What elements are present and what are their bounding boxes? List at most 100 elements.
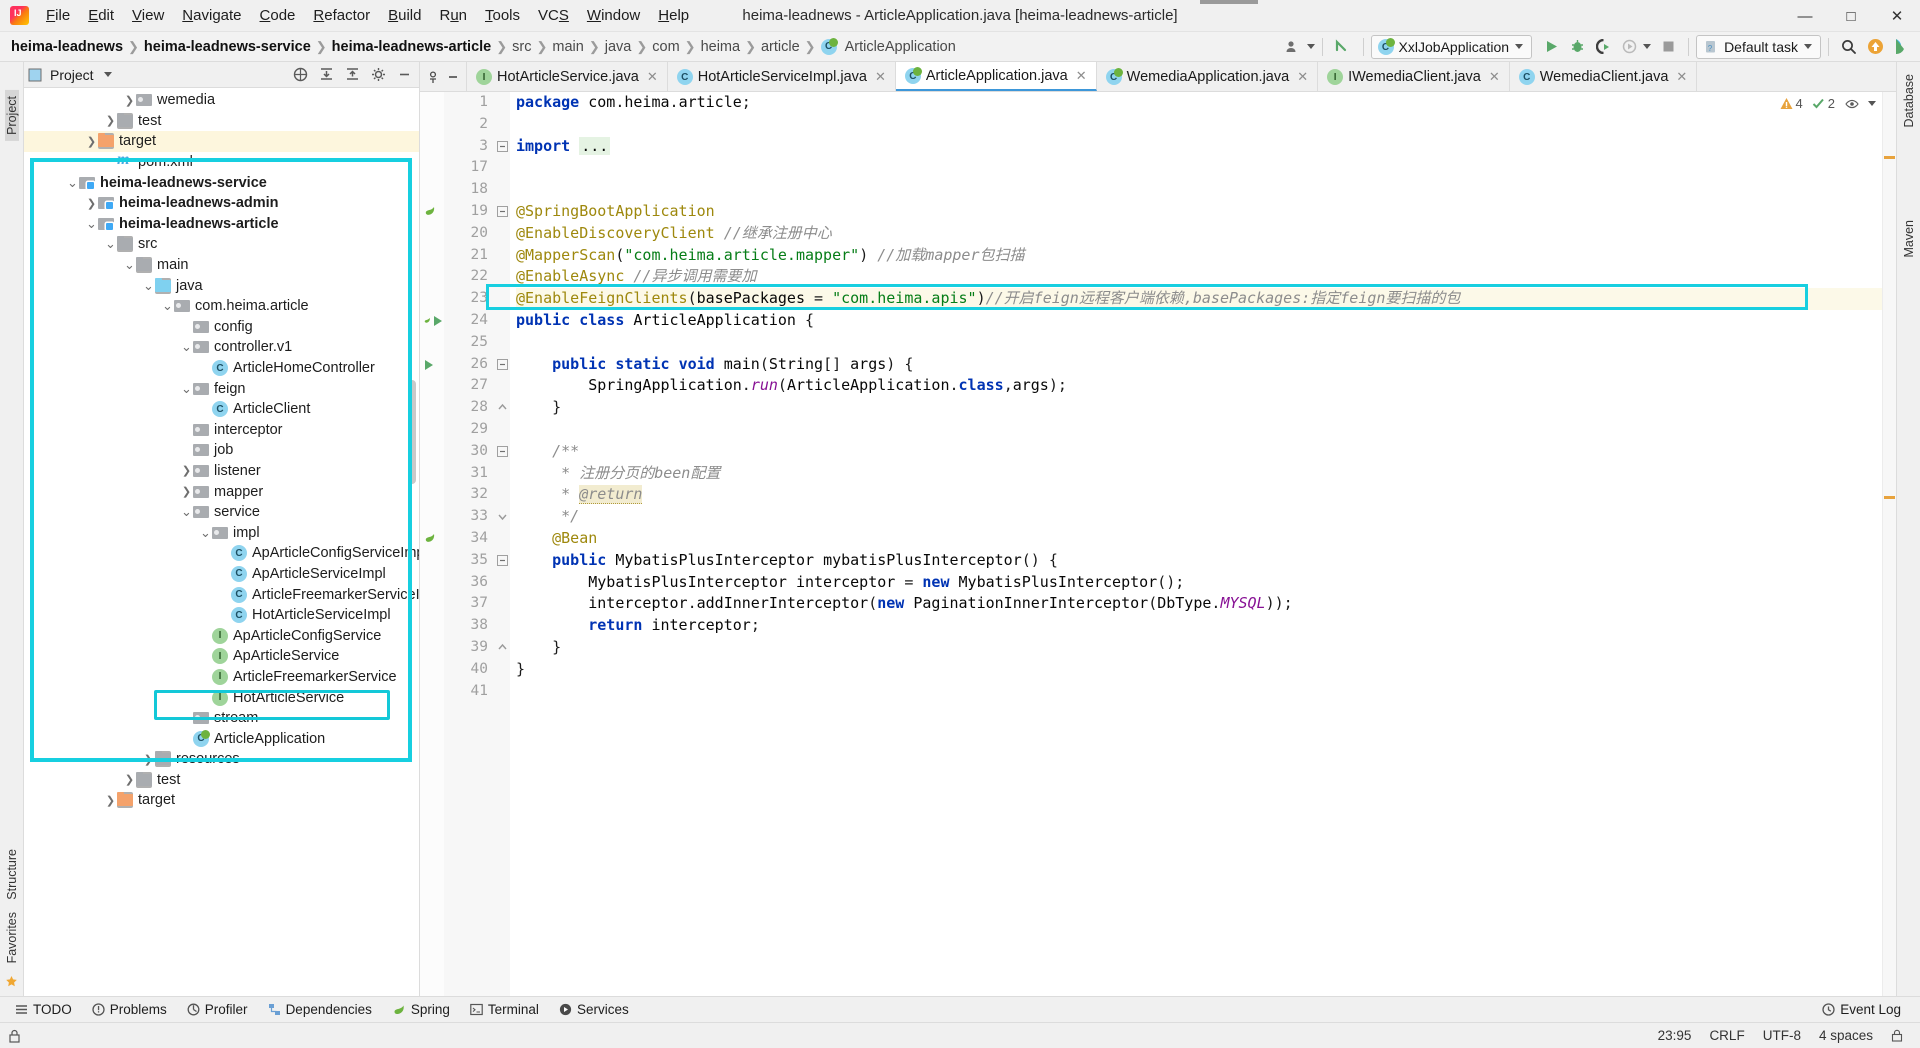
file-encoding[interactable]: UTF-8 <box>1754 1028 1810 1043</box>
tree-node-config[interactable]: config <box>24 317 419 338</box>
close-icon[interactable]: ✕ <box>1076 68 1087 84</box>
tree-node-aparticleserviceimpl[interactable]: ApArticleServiceImpl <box>24 564 419 585</box>
breadcrumb-article[interactable]: article <box>758 39 803 55</box>
minimize-button[interactable]: — <box>1782 0 1828 32</box>
breadcrumb-com[interactable]: com <box>649 39 682 55</box>
chevron-down-icon[interactable] <box>1868 101 1876 106</box>
tree-node-articleapplication[interactable]: ArticleApplication <box>24 728 419 749</box>
menu-window[interactable]: Window <box>578 3 649 28</box>
profiler-caret-icon[interactable] <box>1643 44 1652 49</box>
breadcrumb-main[interactable]: main <box>549 39 586 55</box>
menu-file[interactable]: FFileile <box>37 3 79 28</box>
tree-node-wemedia[interactable]: ❯ wemedia <box>24 90 419 111</box>
inspections-eye-icon[interactable] <box>1845 97 1859 111</box>
indent-setting[interactable]: 4 spaces <box>1810 1028 1882 1043</box>
menu-tools[interactable]: Tools <box>476 3 529 28</box>
chevron-down-icon[interactable]: ⌄ <box>66 175 79 191</box>
fold-marker[interactable] <box>497 554 509 567</box>
tree-node-aparticleconfigservice[interactable]: ApArticleConfigService <box>24 625 419 646</box>
chevron-right-icon[interactable]: ❯ <box>85 197 98 210</box>
user-caret-icon[interactable] <box>1306 44 1315 49</box>
chevron-down-icon[interactable]: ⌄ <box>180 339 193 355</box>
menu-refactor[interactable]: Refactor <box>304 3 379 28</box>
fold-marker[interactable] <box>497 358 509 371</box>
vcs-update-icon[interactable] <box>1330 35 1356 59</box>
project-tree[interactable]: ❯wemedia ❯test ❯target pom.xml ⌄heima-leadn… <box>24 88 419 996</box>
chevron-down-icon[interactable]: ⌄ <box>142 278 155 294</box>
chevron-down-icon[interactable]: ⌄ <box>161 298 174 314</box>
fold-marker[interactable] <box>497 206 509 218</box>
user-avatar-icon[interactable] <box>1279 35 1305 59</box>
breadcrumb-heima[interactable]: heima <box>698 39 744 55</box>
tree-node-com-heima-article[interactable]: ⌄ com.heima.article <box>24 296 419 317</box>
close-icon[interactable]: ✕ <box>1676 69 1687 85</box>
chevron-right-icon[interactable]: ❯ <box>180 464 193 477</box>
tree-node-main[interactable]: ⌄ main <box>24 255 419 276</box>
update-icon[interactable] <box>1862 35 1888 59</box>
spring-bean-gutter-icon[interactable] <box>423 205 443 221</box>
tree-node-service[interactable]: ⌄ service <box>24 502 419 523</box>
fold-marker[interactable] <box>497 642 509 654</box>
tree-node-target[interactable]: ❯ target <box>24 131 419 152</box>
spring-bean-gutter-icon[interactable] <box>423 532 443 548</box>
debug-button[interactable] <box>1564 35 1590 59</box>
run-button[interactable] <box>1538 35 1564 59</box>
tree-node-job[interactable]: job <box>24 440 419 461</box>
tree-node-articleclient[interactable]: ArticleClient <box>24 399 419 420</box>
search-icon[interactable] <box>1836 35 1862 59</box>
run-gutter-icon[interactable] <box>432 314 443 330</box>
breadcrumb-heima-leadnews-article[interactable]: heima-leadnews-article <box>329 39 495 55</box>
code-editor[interactable]: 1 2 3 17 18 19 20 21 22 23 24 25 26 27 28 29 30 31 32 33 34 3… <box>420 92 1896 996</box>
code-folding-gutter[interactable] <box>496 92 510 996</box>
menu-vcs[interactable]: VCS <box>529 3 578 28</box>
inspection-widget[interactable]: 4 2 <box>1780 96 1876 111</box>
chevron-down-icon[interactable]: ⌄ <box>180 504 193 520</box>
hide-tabs-icon[interactable] <box>446 70 460 84</box>
line-separator[interactable]: CRLF <box>1700 1028 1753 1043</box>
run-gutter-icon[interactable] <box>423 358 434 374</box>
close-icon[interactable]: ✕ <box>1297 69 1308 85</box>
error-stripe-markers[interactable] <box>1882 92 1896 996</box>
toolwindow-services[interactable]: Services <box>550 1000 638 1019</box>
tree-node-articlehomecontroller[interactable]: ArticleHomeController <box>24 358 419 379</box>
chevron-right-icon[interactable]: ❯ <box>180 485 193 498</box>
tree-node-feign[interactable]: ⌄ feign <box>24 378 419 399</box>
fold-marker[interactable] <box>497 402 509 414</box>
chevron-right-icon[interactable]: ❯ <box>85 135 98 148</box>
chevron-right-icon[interactable]: ❯ <box>123 773 136 786</box>
tree-node-listener[interactable]: ❯ listener <box>24 461 419 482</box>
close-icon[interactable]: ✕ <box>875 69 886 85</box>
toolwindow-dependencies[interactable]: Dependencies <box>259 1000 381 1019</box>
tree-node-java[interactable]: ⌄ java <box>24 275 419 296</box>
run-with-coverage-button[interactable] <box>1590 35 1616 59</box>
tree-node-pom-xml[interactable]: pom.xml <box>24 151 419 173</box>
caret-position[interactable]: 23:95 <box>1649 1028 1701 1043</box>
chevron-down-icon[interactable] <box>103 72 112 77</box>
tree-node-interceptor[interactable]: interceptor <box>24 420 419 441</box>
editor-run-gutter[interactable] <box>420 92 444 996</box>
tree-node-heima-leadnews-article[interactable]: ⌄ heima-leadnews-article <box>24 214 419 235</box>
project-tree-scrollbar[interactable] <box>408 380 416 484</box>
settings-gear-icon[interactable] <box>367 65 389 85</box>
menu-view[interactable]: View <box>123 3 173 28</box>
lock-icon[interactable] <box>8 1029 21 1043</box>
chevron-down-icon[interactable]: ⌄ <box>85 216 98 232</box>
run-configuration-selector[interactable]: XxlJobApplication <box>1370 34 1533 59</box>
spring-bean-gutter-icon[interactable] <box>423 314 443 330</box>
tab-ArticleApplication[interactable]: ArticleApplication.java ✕ <box>895 62 1097 91</box>
close-button[interactable]: ✕ <box>1874 0 1920 32</box>
sidebar-item-favorites[interactable]: Favorites <box>5 906 19 969</box>
tree-node-test[interactable]: ❯ test <box>24 770 419 791</box>
expand-all-icon[interactable] <box>315 65 337 85</box>
menu-navigate[interactable]: Navigate <box>173 3 250 28</box>
chevron-down-icon[interactable]: ⌄ <box>104 236 117 252</box>
toolwindow-terminal[interactable]: Terminal <box>461 1000 548 1019</box>
breadcrumb-src[interactable]: src <box>509 39 534 55</box>
tree-node-mapper[interactable]: ❯ mapper <box>24 481 419 502</box>
breadcrumb-heima-leadnews[interactable]: heima-leadnews <box>8 39 126 55</box>
chevron-down-icon[interactable]: ⌄ <box>199 525 212 541</box>
tree-node-impl[interactable]: ⌄ impl <box>24 522 419 543</box>
tree-node-hotarticleserviceimpl[interactable]: HotArticleServiceImpl <box>24 605 419 626</box>
breadcrumb-java[interactable]: java <box>602 39 635 55</box>
sidebar-item-maven[interactable]: Maven <box>1902 214 1916 264</box>
